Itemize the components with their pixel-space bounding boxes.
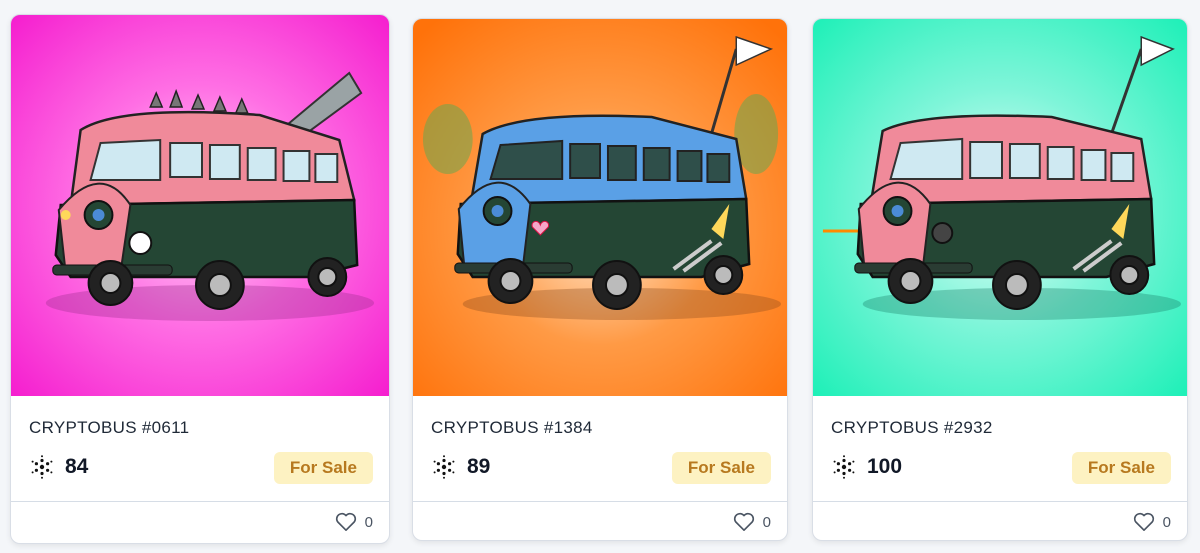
like-count: 0 (1162, 513, 1171, 531)
like-count: 0 (364, 513, 373, 531)
nft-title[interactable]: CRYPTOBUS #2932 (831, 418, 993, 438)
card-footer: 0 (11, 502, 389, 543)
like-count: 0 (762, 513, 771, 531)
status-badge: For Sale (1071, 452, 1171, 484)
status-badge: For Sale (671, 452, 771, 484)
card-info: CRYPTOBUS #0611 84 For Sale (11, 396, 389, 502)
nft-card[interactable]: CRYPTOBUS #0611 84 For Sale 0 (10, 14, 390, 544)
price-row: 84 (29, 454, 88, 480)
card-footer: 0 (813, 502, 1187, 540)
like-button[interactable]: 0 (335, 512, 373, 532)
nft-card[interactable]: CRYPTOBUS #1384 89 For Sale 0 (412, 18, 788, 541)
nft-artwork[interactable] (413, 19, 787, 396)
cardano-icon (431, 454, 457, 480)
nft-artwork[interactable] (813, 19, 1187, 396)
nft-title[interactable]: CRYPTOBUS #0611 (29, 418, 189, 438)
heart-icon[interactable] (335, 512, 357, 532)
like-button[interactable]: 0 (733, 512, 771, 532)
price-value: 84 (65, 455, 89, 478)
like-button[interactable]: 0 (1133, 512, 1171, 532)
bus-illustration (11, 15, 389, 396)
card-footer: 0 (413, 502, 787, 540)
price-value: 89 (467, 455, 491, 478)
status-badge: For Sale (273, 452, 373, 484)
bus-illustration (413, 19, 787, 396)
nft-card[interactable]: CRYPTOBUS #2932 100 For Sale 0 (812, 18, 1188, 541)
card-info: CRYPTOBUS #1384 89 For Sale (413, 396, 787, 502)
price-row: 100 (831, 454, 902, 480)
card-info: CRYPTOBUS #2932 100 For Sale (813, 396, 1187, 502)
nft-title[interactable]: CRYPTOBUS #1384 (431, 418, 593, 438)
cardano-icon (831, 454, 857, 480)
nft-grid: CRYPTOBUS #0611 84 For Sale 0 CRYPTOBUS … (0, 0, 1200, 553)
nft-artwork[interactable] (11, 15, 389, 396)
cardano-icon (29, 454, 55, 480)
heart-icon[interactable] (1133, 512, 1155, 532)
heart-icon[interactable] (733, 512, 755, 532)
bus-illustration (813, 19, 1187, 396)
price-value: 100 (867, 455, 903, 478)
price-row: 89 (431, 454, 490, 480)
